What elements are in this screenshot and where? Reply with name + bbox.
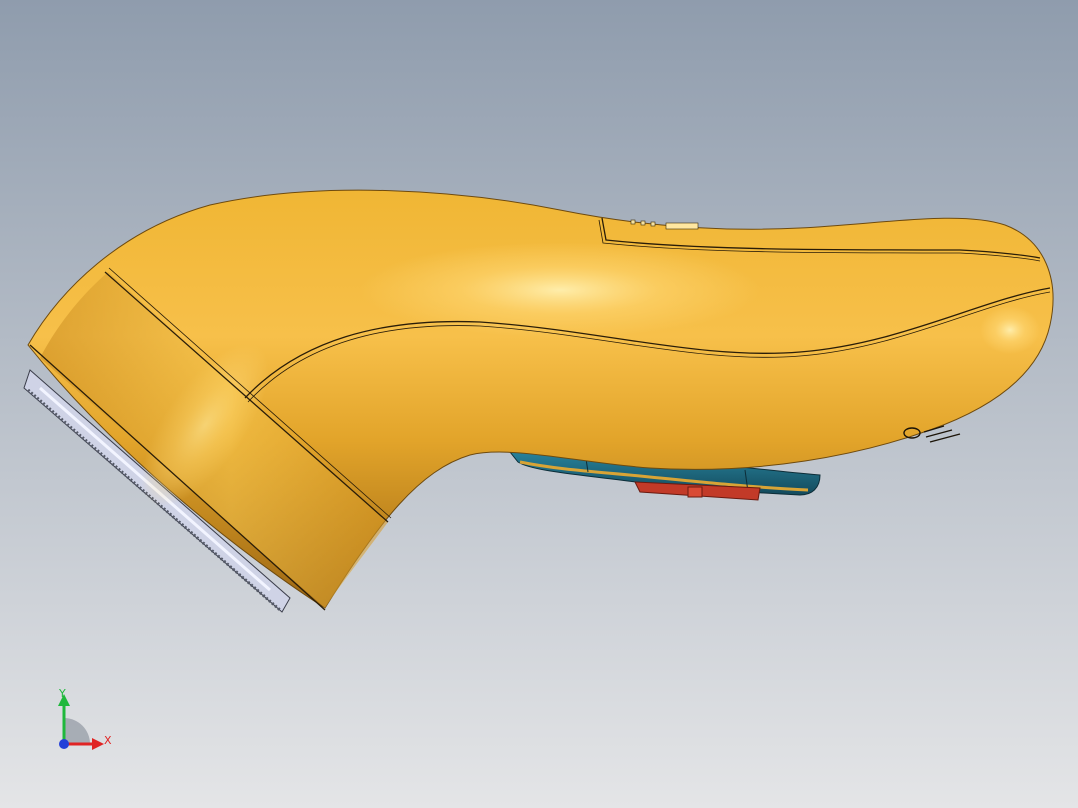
- z-axis-origin: [59, 739, 69, 749]
- y-axis-label: Y: [58, 687, 66, 700]
- graphics-viewport[interactable]: Y X: [0, 0, 1078, 808]
- indicator-dot-1: [630, 219, 636, 225]
- model-scene[interactable]: Y X: [0, 0, 1078, 808]
- indicator-bar: [665, 222, 699, 230]
- indicator-dot-3: [650, 221, 656, 227]
- body-highlight-tail: [980, 306, 1040, 354]
- x-axis-label: X: [104, 734, 112, 747]
- power-switch-knob[interactable]: [687, 486, 703, 498]
- indicator-dot-2: [640, 220, 646, 226]
